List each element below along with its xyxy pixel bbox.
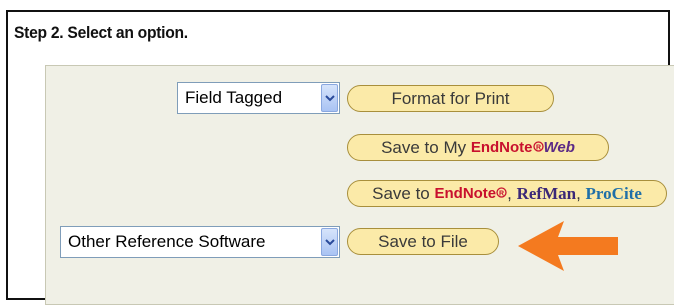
step-title: Step 2. Select an option. xyxy=(14,23,188,42)
svg-text:R: R xyxy=(499,190,504,197)
registered-icon: R xyxy=(532,141,544,152)
comma-separator: , xyxy=(507,183,517,203)
endnote-logo-text-2: EndNote xyxy=(434,185,497,202)
save-to-label: Save to xyxy=(372,183,435,203)
software-select[interactable]: Other Reference Software xyxy=(60,226,340,258)
format-for-print-button[interactable]: Format for Print xyxy=(347,85,554,112)
comma-separator: , xyxy=(576,183,586,203)
save-to-reference-software-button[interactable]: Save to EndNote R , RefMan , ProCite xyxy=(347,180,667,207)
save-to-file-label: Save to File xyxy=(378,231,468,251)
procite-logo-text: ProCite xyxy=(585,183,642,203)
chevron-down-icon[interactable] xyxy=(321,84,338,112)
endnote-logo-text: EndNote xyxy=(470,139,533,156)
refman-logo-text: RefMan xyxy=(516,183,577,203)
svg-text:R: R xyxy=(535,144,540,151)
chevron-down-icon[interactable] xyxy=(321,228,338,256)
arrow-left-icon xyxy=(518,221,618,271)
registered-icon: R xyxy=(496,187,507,198)
web-logo-text: Web xyxy=(543,139,575,156)
format-select-value: Field Tagged xyxy=(185,88,283,107)
save-to-file-button[interactable]: Save to File xyxy=(347,228,499,255)
format-for-print-label: Format for Print xyxy=(391,88,510,108)
save-to-endnote-web-button[interactable]: Save to My EndNote R Web xyxy=(347,134,609,161)
endnote-web-logo: EndNote R Web xyxy=(471,139,575,156)
save-my-label: Save to My xyxy=(381,137,471,157)
format-select[interactable]: Field Tagged xyxy=(177,82,340,114)
software-select-value: Other Reference Software xyxy=(68,232,266,251)
endnote-logo: EndNote R xyxy=(434,185,507,202)
